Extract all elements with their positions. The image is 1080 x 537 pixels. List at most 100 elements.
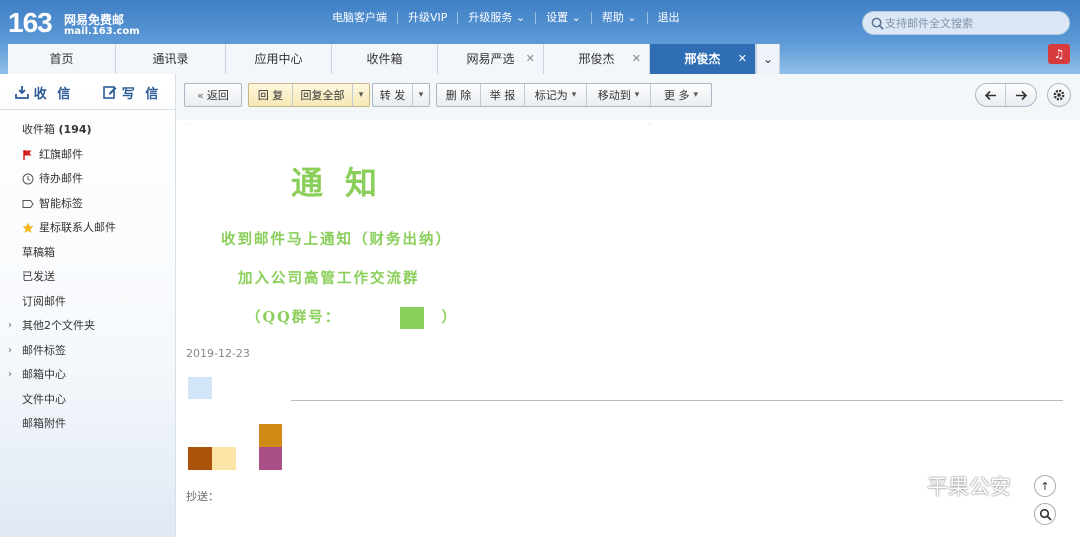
folder-drafts[interactable]: 草稿箱	[0, 241, 176, 266]
notice-line-2: 加入公司高管工作交流群	[238, 270, 420, 287]
reply-label: 回 复	[257, 89, 284, 102]
tab-label: 收件箱	[366, 52, 403, 66]
search-input[interactable]	[885, 15, 1061, 31]
scroll-top-button[interactable]: ↑	[1034, 475, 1056, 497]
folder-attachments[interactable]: 邮箱附件	[0, 412, 176, 437]
folder-sent[interactable]: 已发送	[0, 265, 176, 290]
tab-email-1[interactable]: 邢俊杰 ✕	[544, 44, 650, 74]
logo-number: 163	[8, 7, 53, 38]
next-mail-button[interactable]	[1006, 84, 1036, 106]
chevron-right-icon: ›	[8, 344, 12, 356]
folder-inbox[interactable]: 收件箱 (194)	[0, 118, 176, 143]
help-link[interactable]: 帮助 ⌄	[592, 12, 648, 24]
mail-toolbar: «返回 回 复 回复全部 ▾ 转 发 ▾ 删 除 举 报 标记为 ▾ 移动到 ▾ 更…	[176, 74, 1080, 120]
star-icon	[22, 222, 34, 233]
upgrade-service-link[interactable]: 升级服务 ⌄	[458, 12, 537, 24]
receive-icon	[14, 86, 29, 99]
folder-mail-tags[interactable]: › 邮件标签	[0, 339, 176, 364]
folder-todo[interactable]: 待办邮件	[0, 167, 176, 192]
move-to-button[interactable]: 移动到 ▾	[587, 84, 651, 106]
separator-dot: ·	[186, 122, 188, 129]
tag-icon	[22, 199, 34, 208]
desktop-client-link[interactable]: 电脑客户端	[322, 12, 398, 24]
color-block	[212, 447, 236, 470]
logo-domain: mail.163.com	[64, 26, 140, 37]
tab-app-center[interactable]: 应用中心	[226, 44, 332, 74]
red-flag-icon	[23, 149, 32, 160]
forward-label: 转 发	[379, 89, 406, 102]
reply-dropdown[interactable]: ▾	[353, 84, 369, 106]
more-button[interactable]: 更 多 ▾	[651, 84, 711, 106]
separator-dot: ·	[649, 122, 651, 129]
folder-label: 红旗邮件	[39, 147, 83, 161]
write-button[interactable]: 写 信	[88, 74, 176, 110]
previous-mail-button[interactable]	[976, 84, 1006, 106]
chevron-down-icon: ⌄	[568, 11, 581, 24]
tab-contacts[interactable]: 通讯录	[116, 44, 226, 74]
search-icon[interactable]	[870, 16, 885, 31]
tab-email-2-active[interactable]: 邢俊杰 ✕	[650, 44, 756, 74]
chevron-down-icon: ▾	[418, 90, 424, 100]
color-block	[188, 447, 212, 470]
action-group: 删 除 举 报 标记为 ▾ 移动到 ▾ 更 多 ▾	[436, 83, 712, 107]
report-label: 举 报	[489, 89, 516, 102]
tab-more-button[interactable]: ⌄	[756, 44, 780, 74]
folder-red-flag[interactable]: 红旗邮件	[0, 143, 176, 168]
tab-bar: 首页 通讯录 应用中心 收件箱 网易严选 ✕ 邢俊杰 ✕ 邢俊杰 ✕ ⌄	[8, 44, 780, 74]
notice-line-1: 收到邮件马上通知（财务出纳）	[221, 231, 452, 248]
delete-button[interactable]: 删 除	[437, 84, 481, 106]
forward-dropdown[interactable]: ▾	[413, 84, 429, 106]
mark-as-button[interactable]: 标记为 ▾	[525, 84, 587, 106]
close-icon[interactable]: ✕	[738, 44, 747, 74]
report-button[interactable]: 举 报	[481, 84, 525, 106]
folder-smart-tag[interactable]: 智能标签	[0, 192, 176, 217]
settings-link[interactable]: 设置 ⌄	[536, 12, 592, 24]
folder-file-center[interactable]: 文件中心	[0, 388, 176, 413]
settings-button[interactable]	[1047, 83, 1071, 107]
back-button[interactable]: «返回	[184, 83, 242, 107]
reply-group: 回 复 回复全部 ▾	[248, 83, 370, 107]
forward-group: 转 发 ▾	[372, 83, 430, 107]
chevron-down-icon: ▾	[693, 90, 699, 100]
close-icon[interactable]: ✕	[632, 44, 641, 74]
qq-number-block	[400, 307, 425, 329]
folder-label: 智能标签	[39, 196, 83, 210]
arrow-up-icon: ↑	[1040, 479, 1050, 493]
mark-as-label: 标记为	[534, 89, 568, 102]
tab-label: 应用中心	[254, 52, 303, 66]
folder-label: 邮件标签	[22, 343, 66, 357]
sidebar: 收 信 写 信 收件箱 (194) 红旗邮件 待办邮件 智能标签 星标联系人邮件…	[0, 74, 176, 537]
receive-button[interactable]: 收 信	[0, 74, 88, 110]
zoom-button[interactable]	[1034, 503, 1056, 525]
folder-label: 文件中心	[22, 392, 66, 406]
chevron-down-icon: ⌄	[623, 11, 637, 24]
close-icon[interactable]: ✕	[526, 44, 535, 74]
cc-label: 抄送：	[186, 490, 219, 503]
folder-other[interactable]: › 其他2个文件夹	[0, 314, 176, 339]
watermark-text: 平果公安	[927, 475, 1011, 499]
reply-all-label: 回复全部	[300, 89, 345, 102]
qq-group-prefix: （QQ群号：	[246, 309, 342, 326]
music-icon[interactable]: ♫	[1048, 44, 1070, 64]
settings-label: 设置	[546, 11, 569, 24]
clock-icon	[22, 173, 34, 185]
qq-group-suffix: ）	[441, 309, 458, 326]
folder-label: 星标联系人邮件	[39, 221, 116, 234]
chevron-down-icon: ⌄	[762, 52, 774, 66]
tab-yanxuan[interactable]: 网易严选 ✕	[438, 44, 544, 74]
tab-inbox[interactable]: 收件箱	[332, 44, 438, 74]
folder-subscriptions[interactable]: 订阅邮件	[0, 290, 176, 315]
wechat-icon	[888, 473, 920, 498]
reply-all-button[interactable]: 回复全部	[293, 84, 353, 106]
tab-label: 邢俊杰	[684, 52, 721, 66]
top-header: 163 网易免费邮 mail.163.com 电脑客户端 升级VIP 升级服务 …	[0, 0, 1080, 74]
tab-home[interactable]: 首页	[8, 44, 116, 74]
folder-mail-center[interactable]: › 邮箱中心	[0, 363, 176, 388]
forward-button[interactable]: 转 发	[373, 84, 413, 106]
upgrade-vip-link[interactable]: 升级VIP	[398, 12, 459, 24]
reply-button[interactable]: 回 复	[249, 84, 293, 106]
folder-starred-contacts[interactable]: 星标联系人邮件	[0, 216, 176, 241]
receive-label: 收 信	[33, 86, 74, 102]
move-to-label: 移动到	[597, 89, 631, 102]
logout-link[interactable]: 退出	[648, 12, 690, 24]
